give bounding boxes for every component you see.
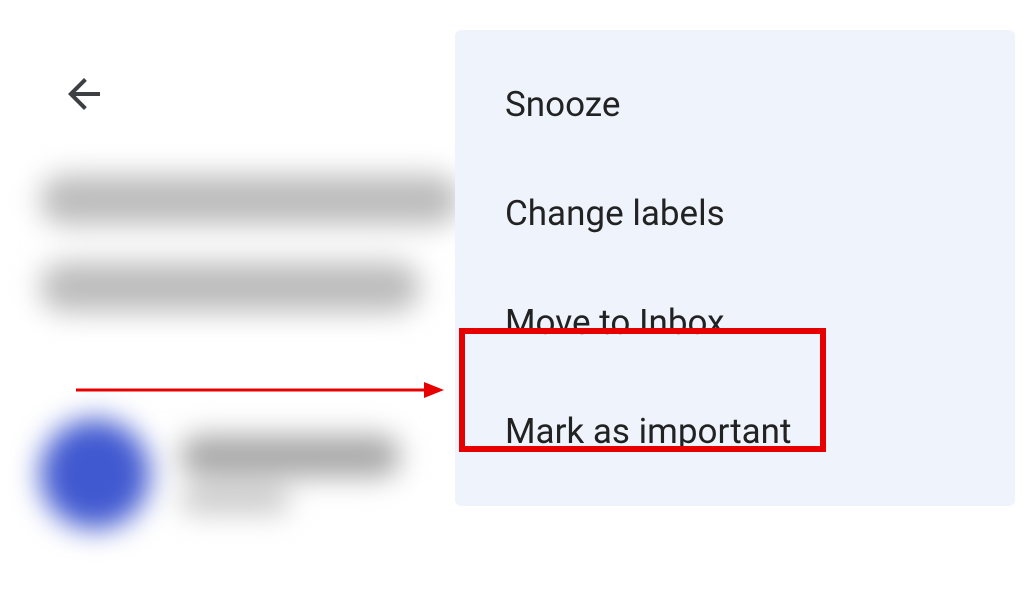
back-arrow-icon	[60, 70, 108, 118]
overflow-menu: Snooze Change labels Move to Inbox Mark …	[455, 30, 1015, 506]
menu-item-move-to-inbox[interactable]: Move to Inbox	[455, 268, 1015, 377]
sender-avatar-blurred	[40, 419, 150, 529]
menu-item-change-labels[interactable]: Change labels	[455, 159, 1015, 268]
annotation-arrow-icon	[76, 378, 446, 402]
menu-item-snooze[interactable]: Snooze	[455, 50, 1015, 159]
menu-item-mark-as-important[interactable]: Mark as important	[455, 377, 1015, 486]
back-button[interactable]	[60, 70, 108, 118]
